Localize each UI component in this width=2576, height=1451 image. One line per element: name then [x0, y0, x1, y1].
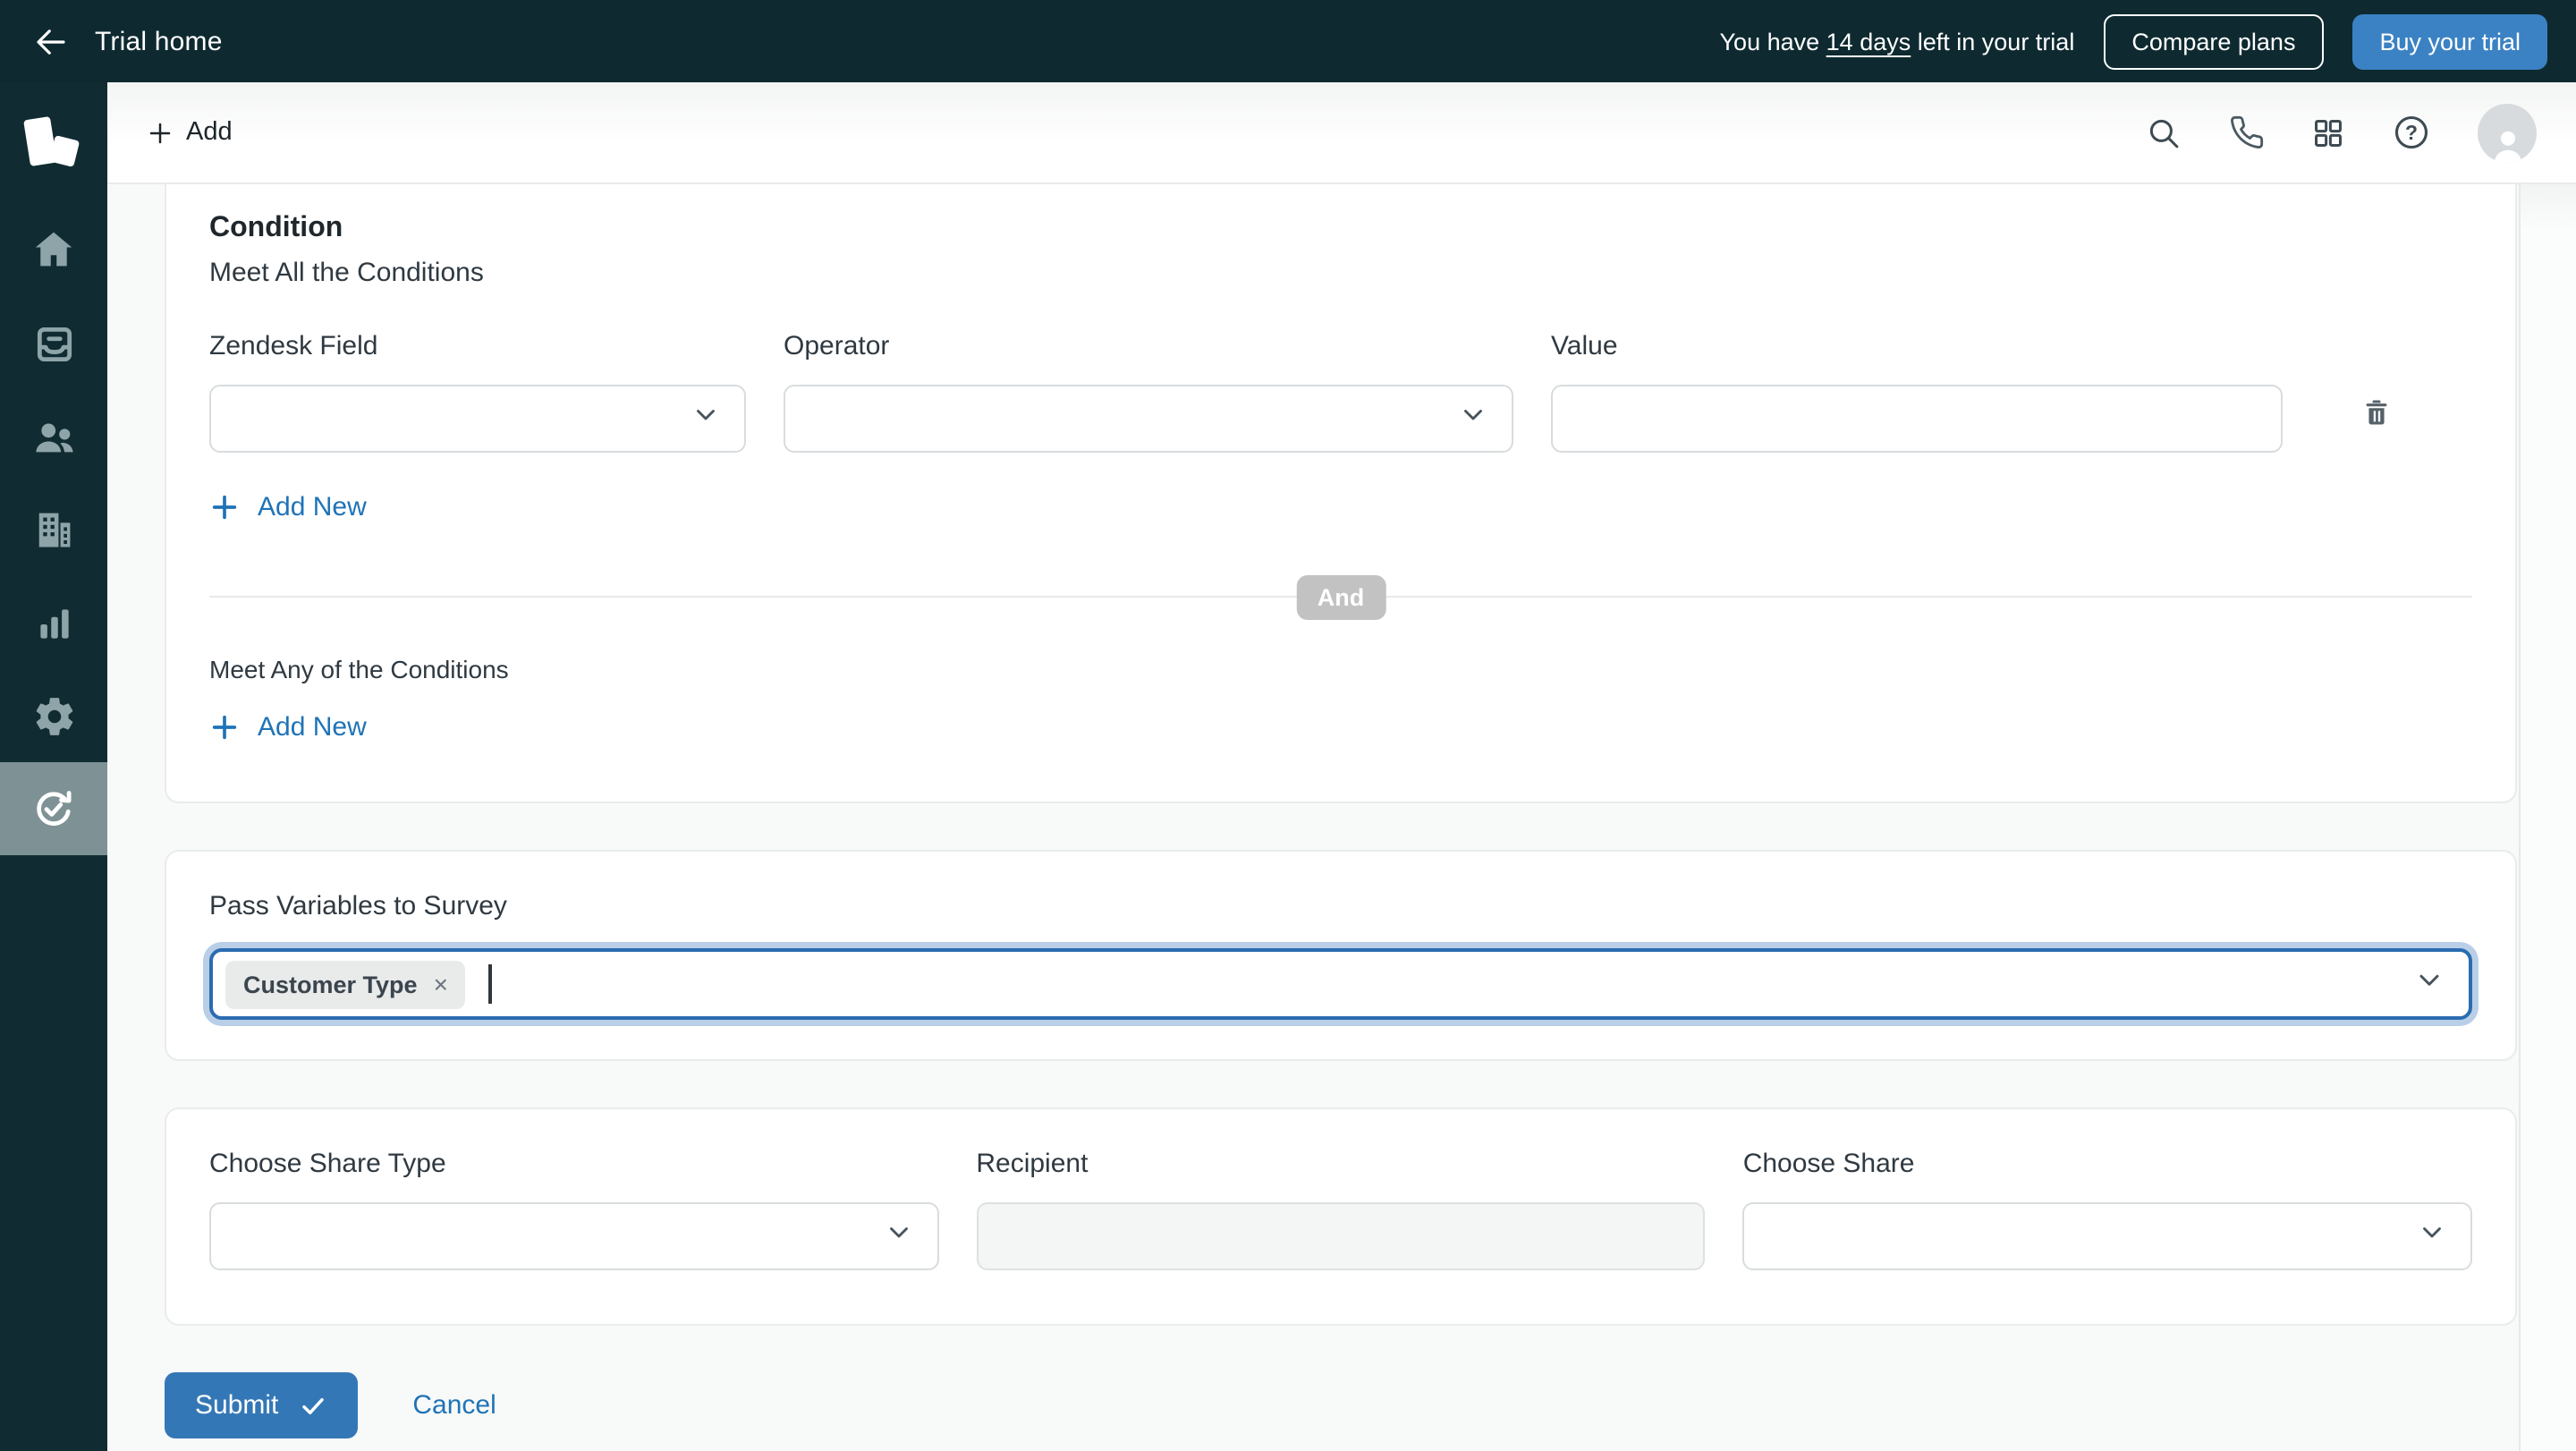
- cancel-link[interactable]: Cancel: [412, 1390, 496, 1421]
- trial-days-link[interactable]: 14 days: [1826, 28, 1911, 55]
- sidebar-item-settings[interactable]: [0, 669, 107, 762]
- sidebar-item-reporting[interactable]: [0, 576, 107, 669]
- help-icon[interactable]: ?: [2392, 113, 2431, 152]
- main-content: Condition Meet All the Conditions Zendes…: [107, 184, 2576, 1451]
- sidebar-nav: [0, 82, 107, 1451]
- sidebar-item-docs[interactable]: [0, 297, 107, 390]
- home-icon: [35, 232, 72, 267]
- meet-any-label: Meet Any of the Conditions: [209, 655, 509, 683]
- share-type-label: Choose Share Type: [209, 1149, 446, 1179]
- bar-chart-icon: [39, 608, 68, 638]
- variable-chip: Customer Type ×: [225, 960, 466, 1008]
- trial-countdown-text: You have 14 days left in your trial: [1719, 28, 2075, 55]
- trial-home-label[interactable]: Trial home: [95, 26, 223, 56]
- pass-variables-card: Pass Variables to Survey Customer Type ×: [165, 850, 2517, 1061]
- pass-variables-label: Pass Variables to Survey: [209, 891, 507, 921]
- sidebar-item-organizations[interactable]: [0, 483, 107, 576]
- app-header: Add ?: [107, 82, 2576, 184]
- check-icon: [301, 1396, 324, 1414]
- condition-card: Condition Meet All the Conditions Zendes…: [165, 184, 2517, 803]
- pass-variables-multiselect[interactable]: Customer Type ×: [209, 948, 2472, 1020]
- operator-select[interactable]: [784, 385, 1513, 453]
- delete-condition-button[interactable]: [2360, 331, 2394, 438]
- plus-icon: [212, 715, 237, 740]
- app-root: Trial home You have 14 days left in your…: [0, 0, 2576, 1451]
- add-new-condition-any[interactable]: Add New: [209, 712, 367, 742]
- gear-icon: [35, 697, 72, 734]
- operator-label: Operator: [784, 331, 890, 361]
- buy-trial-button[interactable]: Buy your trial: [2352, 13, 2547, 69]
- form-actions: Submit Cancel: [165, 1372, 2517, 1451]
- choose-share-select[interactable]: [1742, 1202, 2473, 1270]
- share-card: Choose Share Type Recipient Choose Share: [165, 1107, 2517, 1326]
- and-badge: And: [1295, 575, 1386, 620]
- add-button[interactable]: Add: [132, 107, 247, 157]
- sidebar-item-home[interactable]: [0, 204, 107, 297]
- condition-title: Condition: [209, 213, 343, 243]
- apps-grid-icon[interactable]: [2311, 115, 2345, 149]
- phone-icon[interactable]: [2229, 115, 2265, 150]
- choose-share-label: Choose Share: [1742, 1149, 1915, 1179]
- chevron-down-icon: [2413, 963, 2445, 1005]
- trash-icon: [2366, 400, 2387, 425]
- compare-plans-button[interactable]: Compare plans: [2103, 13, 2325, 69]
- value-label: Value: [1551, 331, 1618, 361]
- recipient-label: Recipient: [976, 1149, 1089, 1179]
- meet-all-label: Meet All the Conditions: [209, 258, 484, 288]
- scrollbar-gutter[interactable]: [2519, 184, 2576, 1451]
- remove-chip-icon[interactable]: ×: [434, 970, 448, 998]
- zendesk-field-label: Zendesk Field: [209, 331, 378, 361]
- back-arrow-icon[interactable]: [32, 22, 70, 60]
- trial-topbar: Trial home You have 14 days left in your…: [0, 0, 2576, 82]
- sidebar-item-survey-app[interactable]: [0, 762, 107, 855]
- chevron-down-icon: [883, 1217, 913, 1256]
- plus-icon: [212, 495, 237, 520]
- plus-icon: [149, 122, 171, 143]
- search-icon[interactable]: [2145, 114, 2182, 151]
- product-logo[interactable]: [0, 93, 107, 204]
- submit-button[interactable]: Submit: [165, 1372, 358, 1438]
- svg-text:?: ?: [2405, 121, 2418, 144]
- add-new-condition-all[interactable]: Add New: [209, 492, 367, 522]
- logo-icon: [21, 115, 86, 182]
- text-caret: [488, 964, 492, 1004]
- person-icon: [2493, 130, 2521, 162]
- share-type-select[interactable]: [209, 1202, 939, 1270]
- and-divider: And: [209, 575, 2472, 620]
- chevron-down-icon: [2417, 1217, 2447, 1256]
- survey-app-icon: [37, 791, 72, 827]
- buildings-icon: [38, 513, 71, 547]
- user-avatar[interactable]: [2478, 103, 2537, 162]
- people-icon: [35, 422, 72, 452]
- zendesk-field-select[interactable]: [209, 385, 746, 453]
- recipient-input[interactable]: [976, 1202, 1706, 1270]
- value-input[interactable]: [1551, 385, 2283, 453]
- inbox-docs-icon: [36, 326, 72, 361]
- sidebar-item-customers[interactable]: [0, 390, 107, 483]
- chevron-down-icon: [691, 399, 721, 438]
- chevron-down-icon: [1458, 399, 1488, 438]
